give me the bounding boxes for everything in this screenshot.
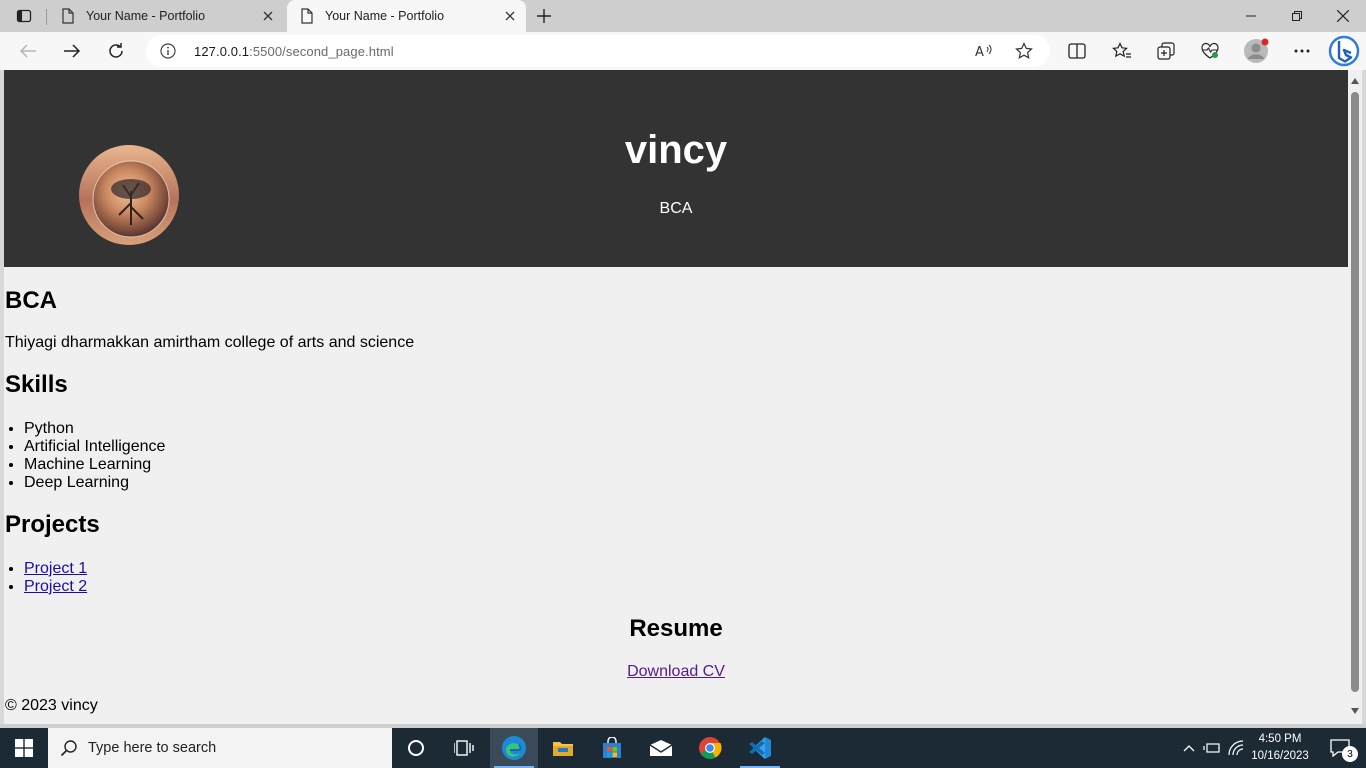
more-icon[interactable] xyxy=(1288,37,1316,65)
store-icon[interactable] xyxy=(588,728,636,768)
file-explorer-icon[interactable] xyxy=(539,728,587,768)
windows-taskbar: Type here to search 4:50 PM 10/16/2023 3 xyxy=(0,728,1366,768)
clock-date: 10/16/2023 xyxy=(1251,750,1309,762)
list-item: Python xyxy=(24,420,165,438)
tab-separator xyxy=(46,9,47,25)
skills-list: Python Artificial Intelligence Machine L… xyxy=(24,420,165,492)
taskbar-clock[interactable]: 4:50 PM 10/16/2023 xyxy=(1244,731,1316,765)
download-cv-link[interactable]: Download CV xyxy=(627,663,725,680)
scroll-up-icon[interactable] xyxy=(1350,76,1360,86)
windows-start-icon[interactable] xyxy=(0,728,48,768)
project-2-link[interactable]: Project 2 xyxy=(24,578,87,595)
page-icon xyxy=(60,8,76,24)
project-1-link[interactable]: Project 1 xyxy=(24,560,87,577)
bing-copilot-icon[interactable] xyxy=(1328,35,1360,67)
vscode-icon[interactable] xyxy=(736,728,784,768)
close-icon[interactable] xyxy=(260,8,276,24)
forward-arrow-icon[interactable] xyxy=(58,37,86,65)
list-item: Deep Learning xyxy=(24,474,165,492)
plus-icon[interactable] xyxy=(532,4,556,28)
page-icon xyxy=(299,8,315,24)
browser-tab[interactable]: Your Name - Portfolio xyxy=(48,0,284,32)
page-viewport: vincy BCA BCA Thiyagi dharmakkan amirtha… xyxy=(4,70,1348,724)
taskbar-search-box[interactable]: Type here to search xyxy=(48,728,392,768)
list-item: Artificial Intelligence xyxy=(24,438,165,456)
window-close-icon[interactable] xyxy=(1320,0,1366,32)
collections-icon[interactable] xyxy=(1152,37,1180,65)
resume-link-wrap: Download CV xyxy=(4,663,1348,681)
scroll-down-icon[interactable] xyxy=(1350,706,1360,716)
star-icon[interactable] xyxy=(1014,41,1034,61)
college-name: Thiyagi dharmakkan amirtham college of a… xyxy=(5,334,415,351)
education-heading: BCA xyxy=(5,287,57,314)
window-border xyxy=(1362,70,1366,724)
address-bar[interactable]: 127.0.0.1:5500/second_page.html A xyxy=(146,35,1050,67)
tab-title: Your Name - Portfolio xyxy=(86,9,206,23)
projects-heading: Projects xyxy=(5,511,100,538)
battery-icon[interactable] xyxy=(1201,728,1223,768)
svg-text:A: A xyxy=(975,45,984,59)
task-view-icon[interactable] xyxy=(440,728,488,768)
url-host: 127.0.0.1 xyxy=(194,44,250,59)
chrome-icon[interactable] xyxy=(686,728,734,768)
heart-pulse-icon[interactable] xyxy=(1196,37,1224,65)
edge-icon[interactable] xyxy=(490,728,538,768)
browser-tab-active[interactable]: Your Name - Portfolio xyxy=(287,0,526,32)
restore-icon[interactable] xyxy=(1274,0,1320,32)
clock-time: 4:50 PM xyxy=(1258,733,1302,745)
footer-copyright: © 2023 vincy xyxy=(5,697,98,714)
search-icon xyxy=(60,739,78,757)
projects-list: Project 1 Project 2 xyxy=(24,560,87,596)
back-arrow-icon[interactable] xyxy=(14,37,42,65)
search-placeholder: Type here to search xyxy=(88,740,217,756)
chevron-up-icon[interactable] xyxy=(1178,728,1200,768)
refresh-icon[interactable] xyxy=(102,37,130,65)
skills-heading: Skills xyxy=(5,371,68,398)
url-path: :5500/second_page.html xyxy=(249,44,394,59)
browser-tab-strip: Your Name - Portfolio Your Name - Portfo… xyxy=(0,0,1366,32)
mail-icon[interactable] xyxy=(637,728,685,768)
address-url[interactable]: 127.0.0.1:5500/second_page.html xyxy=(194,44,394,59)
tab-title: Your Name - Portfolio xyxy=(325,9,445,23)
list-item: Machine Learning xyxy=(24,456,165,474)
close-icon[interactable] xyxy=(502,8,518,24)
hero-degree: BCA xyxy=(659,200,693,217)
vertical-scrollbar[interactable] xyxy=(1348,70,1362,724)
resume-heading: Resume xyxy=(629,615,723,642)
scrollbar-thumb[interactable] xyxy=(1351,92,1359,692)
list-item: Project 1 xyxy=(24,560,87,578)
hero-name: vincy xyxy=(624,128,728,172)
cortana-icon[interactable] xyxy=(392,728,440,768)
notifications-icon[interactable]: 3 xyxy=(1318,728,1362,768)
browser-toolbar: 127.0.0.1:5500/second_page.html A xyxy=(0,32,1366,70)
split-screen-icon[interactable] xyxy=(1063,37,1091,65)
hero-header: vincy BCA xyxy=(4,70,1348,267)
list-item: Project 2 xyxy=(24,578,87,596)
info-icon[interactable] xyxy=(160,43,176,59)
tab-actions-icon[interactable] xyxy=(8,4,40,28)
notification-badge: 3 xyxy=(1342,746,1358,762)
favorites-icon[interactable] xyxy=(1108,37,1136,65)
minimize-icon[interactable] xyxy=(1228,0,1274,32)
read-aloud-icon[interactable]: A xyxy=(974,41,994,61)
profile-avatar-icon[interactable] xyxy=(1242,37,1270,65)
